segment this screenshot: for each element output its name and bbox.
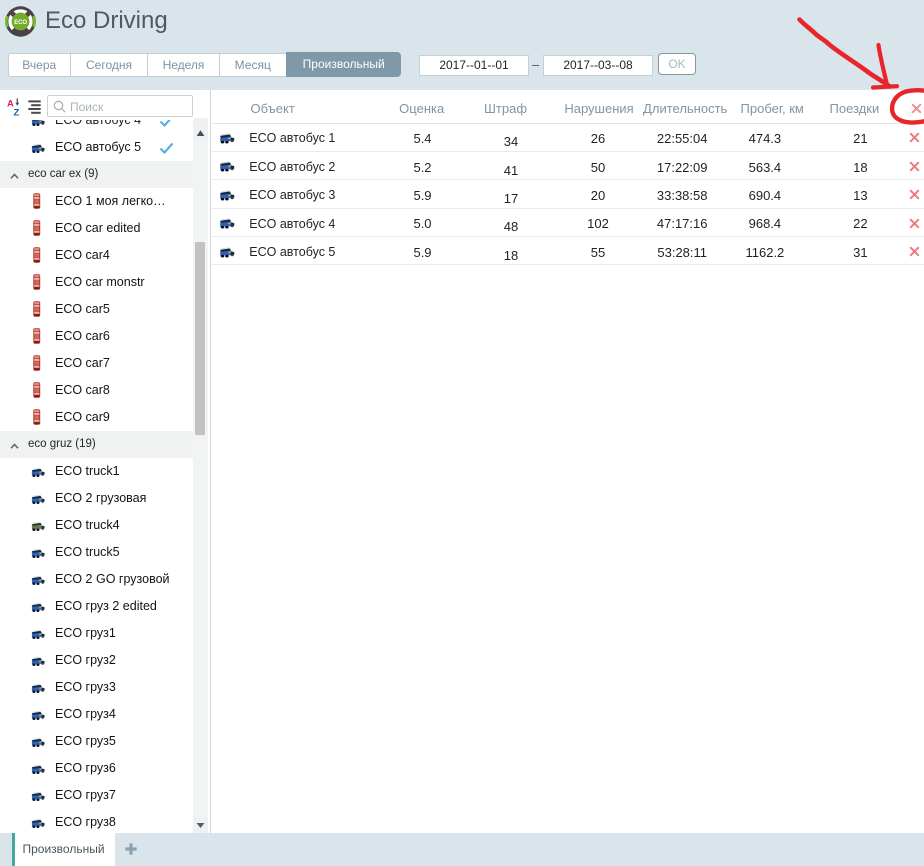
svg-text:Z: Z <box>14 108 20 119</box>
svg-text:ECO: ECO <box>14 20 27 26</box>
